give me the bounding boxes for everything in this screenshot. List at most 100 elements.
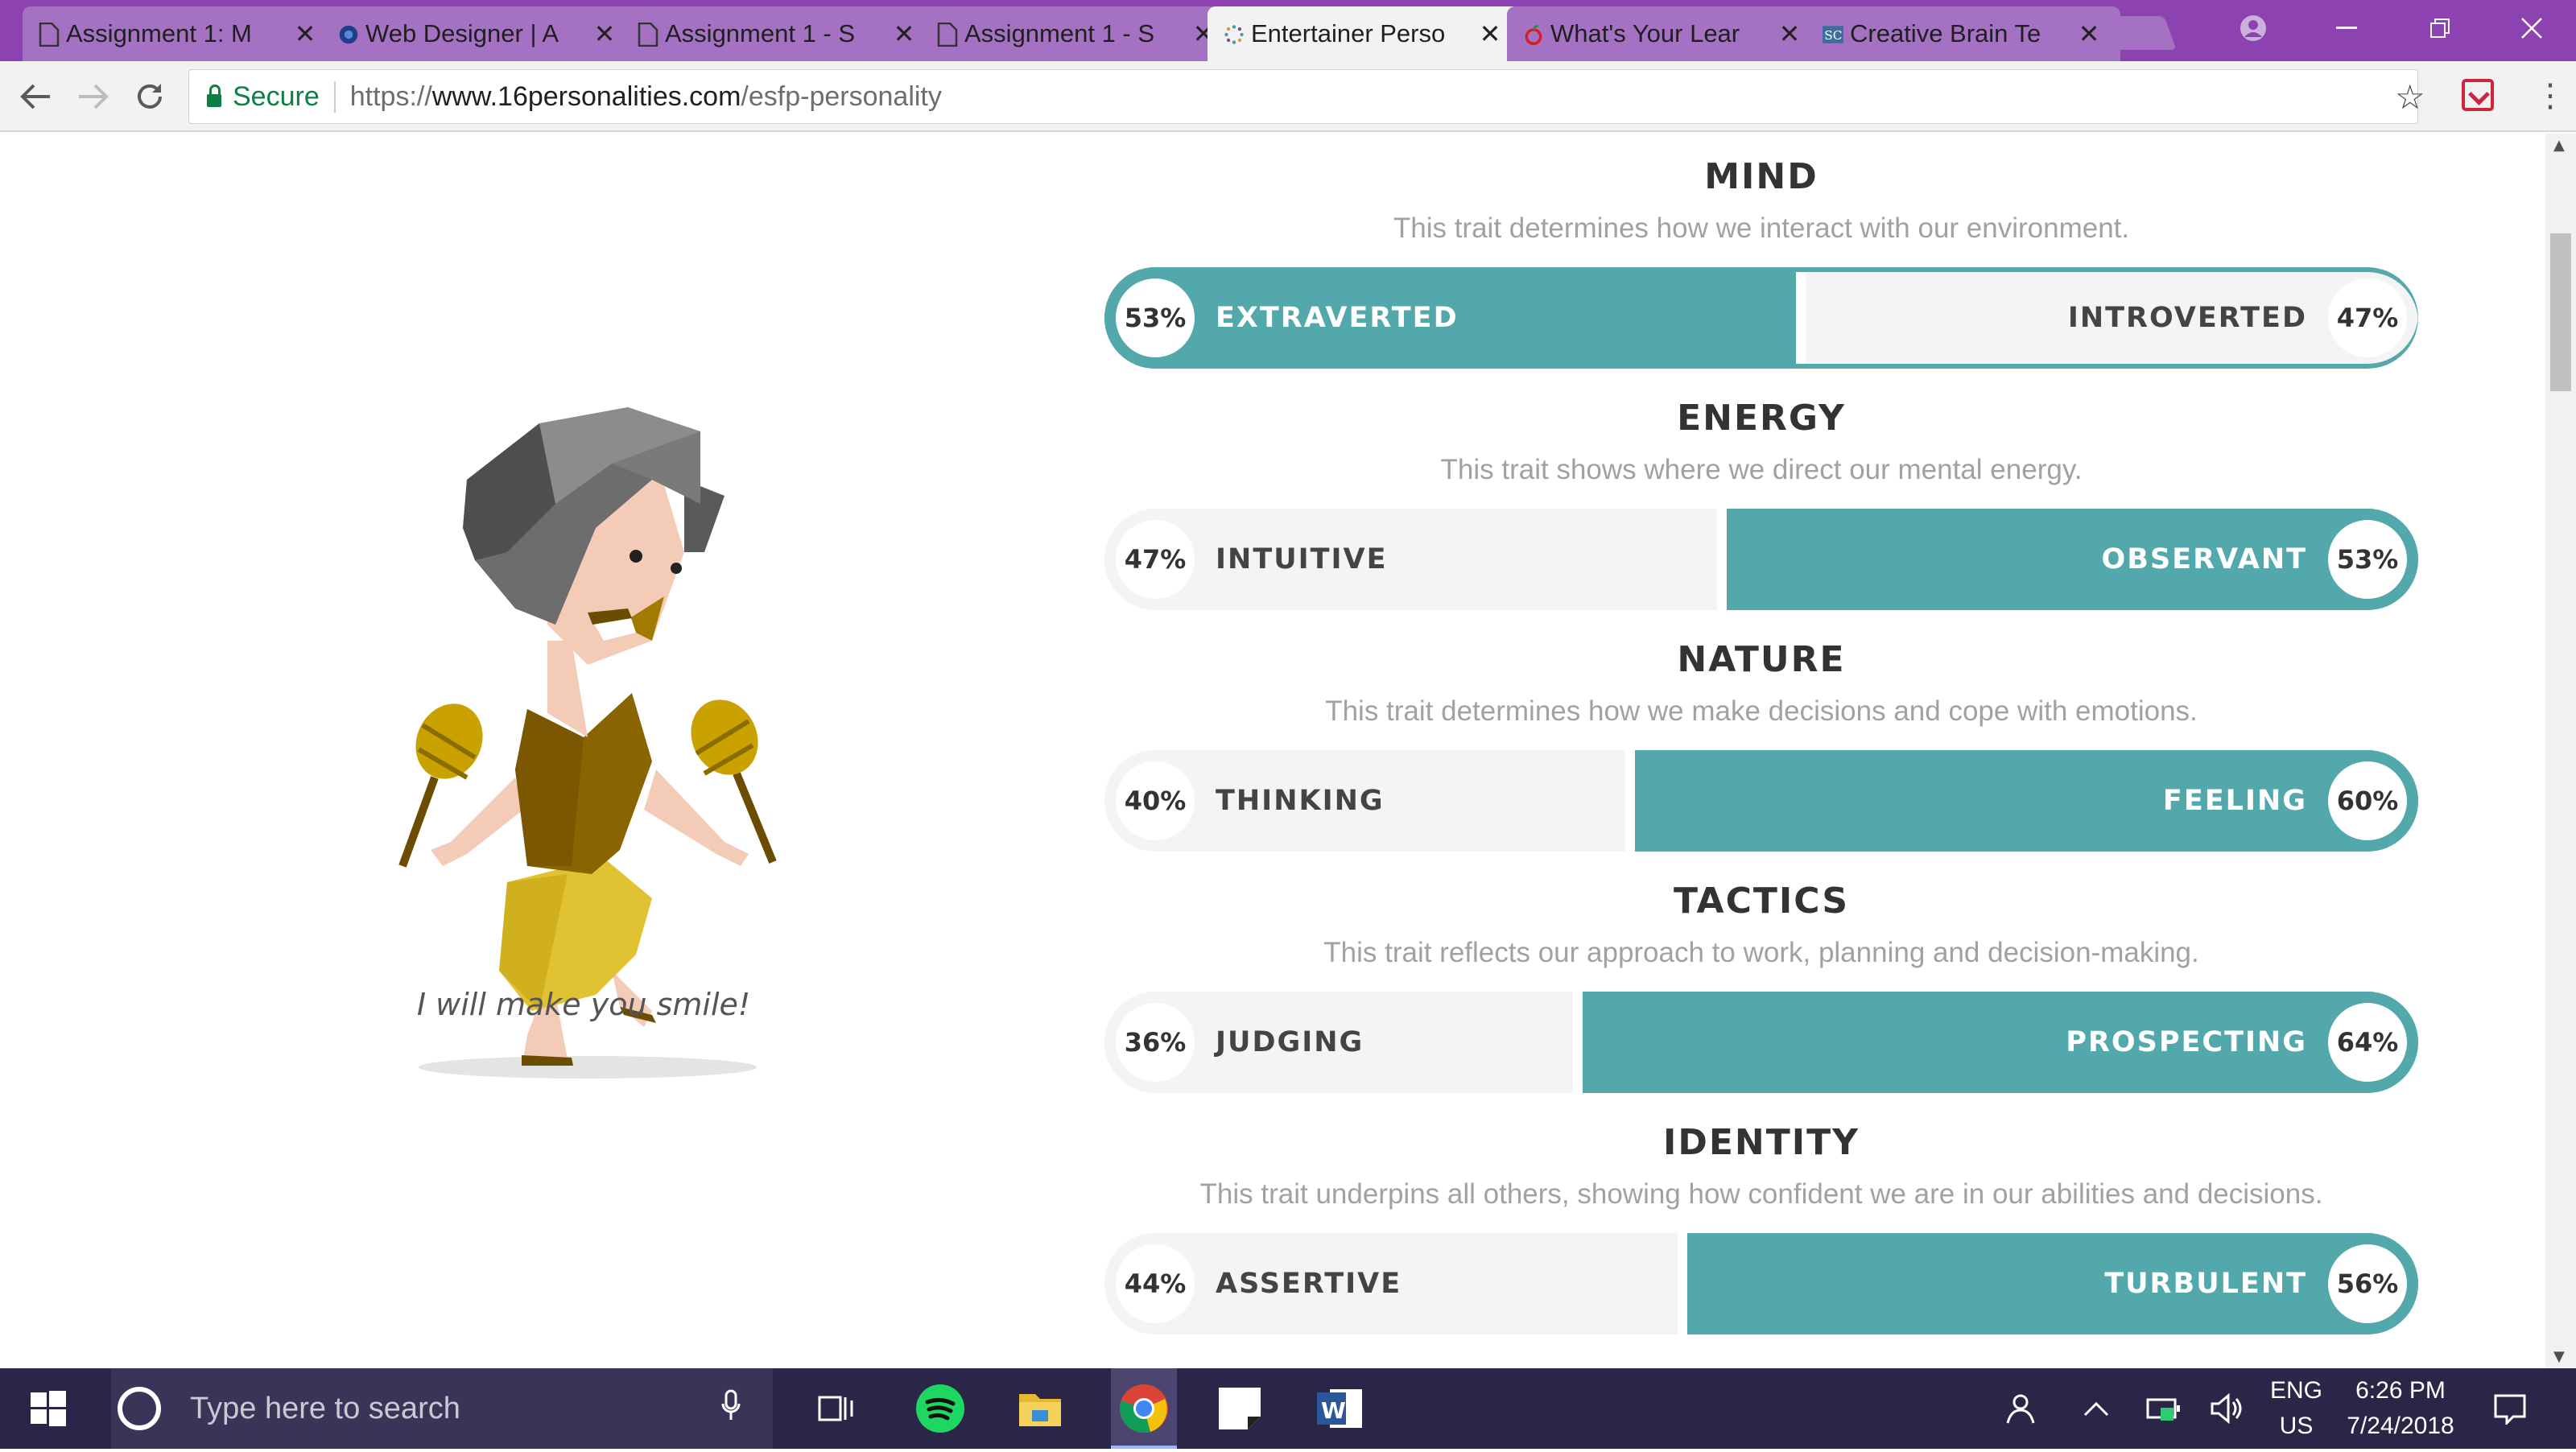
search-placeholder: Type here to search bbox=[190, 1391, 460, 1425]
trait-bar[interactable]: 47% INTUITIVE OBSERVANT 53% bbox=[1104, 509, 2418, 610]
trait-bar-divider bbox=[1573, 992, 1583, 1093]
bookmark-star-icon[interactable]: ☆ bbox=[2395, 77, 2425, 117]
people-icon[interactable] bbox=[2001, 1368, 2037, 1449]
windows-taskbar: Type here to search W ENG US 6:26 PM 7/2… bbox=[0, 1368, 2576, 1449]
forward-icon[interactable] bbox=[71, 74, 116, 119]
secure-label: Secure bbox=[233, 80, 336, 113]
file-explorer-icon[interactable] bbox=[1014, 1383, 1066, 1434]
pocket-extension-icon[interactable] bbox=[2462, 79, 2494, 111]
right-percentage: 60% bbox=[2328, 761, 2407, 840]
close-tab-icon[interactable]: ✕ bbox=[1478, 19, 1502, 49]
tab-title: Entertainer Perso bbox=[1251, 19, 1446, 47]
entertainer-character-illustration bbox=[398, 407, 777, 1079]
sixteen-personalities-icon bbox=[1224, 25, 1244, 44]
url-path: /esfp-personality bbox=[741, 80, 942, 112]
trait-bar-divider bbox=[1678, 1233, 1687, 1334]
vertical-scrollbar[interactable]: ▲ ▼ bbox=[2545, 134, 2576, 1368]
document-icon bbox=[39, 23, 60, 47]
document-icon bbox=[638, 23, 658, 47]
trait-title: TACTICS bbox=[1673, 881, 1850, 922]
clock-date: 7/24/2018 bbox=[2347, 1413, 2454, 1439]
lock-icon bbox=[207, 85, 221, 107]
close-window-icon[interactable] bbox=[2487, 0, 2576, 56]
clock-time: 6:26 PM bbox=[2355, 1377, 2446, 1404]
close-tab-icon[interactable]: ✕ bbox=[892, 19, 916, 49]
trait-bar[interactable]: 40% THINKING FEELING 60% bbox=[1104, 750, 2418, 852]
apple-icon bbox=[1525, 25, 1542, 45]
right-trait-label: INTROVERTED bbox=[2067, 302, 2307, 334]
cortana-icon[interactable] bbox=[118, 1387, 161, 1430]
battery-icon[interactable] bbox=[2146, 1368, 2182, 1449]
trait-description: This trait determines how we interact wi… bbox=[1393, 212, 2130, 244]
chrome-taskbar-icon[interactable] bbox=[1111, 1368, 1177, 1449]
trait-description: This trait shows where we direct our men… bbox=[1440, 454, 2083, 485]
sticky-notes-icon[interactable] bbox=[1214, 1383, 1265, 1434]
tab-strip: Assignment 1: M ✕ Web Designer | A ✕ Ass… bbox=[0, 0, 2576, 61]
task-view-icon[interactable] bbox=[811, 1383, 863, 1434]
character-caption: I will make you smile! bbox=[416, 987, 751, 1022]
left-trait-label: EXTRAVERTED bbox=[1216, 302, 1459, 334]
trait-bar-divider bbox=[1796, 267, 1806, 369]
trait-bar-divider bbox=[1717, 509, 1727, 610]
tab-creative-brain[interactable]: SC Creative Brain Te ✕ bbox=[1806, 6, 2120, 61]
tab-assignment-1[interactable]: Assignment 1: M ✕ bbox=[23, 6, 336, 61]
tab-whats-your-learning[interactable]: What's Your Lear ✕ bbox=[1507, 6, 1821, 61]
windows-start-icon[interactable] bbox=[31, 1391, 66, 1426]
input-language-indicator[interactable]: ENG US bbox=[2270, 1368, 2322, 1449]
svg-text:SC: SC bbox=[1824, 28, 1842, 43]
close-tab-icon[interactable]: ✕ bbox=[1777, 19, 1802, 49]
left-percentage: 40% bbox=[1116, 761, 1195, 840]
trait-bar-fill bbox=[1727, 509, 2418, 610]
left-trait-label: THINKING bbox=[1216, 785, 1385, 817]
volume-icon[interactable] bbox=[2209, 1368, 2244, 1449]
spotify-icon[interactable] bbox=[914, 1383, 966, 1434]
new-tab-button[interactable] bbox=[2101, 16, 2177, 50]
close-tab-icon[interactable]: ✕ bbox=[592, 19, 617, 49]
show-hidden-icons-chevron-icon[interactable] bbox=[2083, 1368, 2109, 1449]
trait-mind: MIND This trait determines how we intera… bbox=[1104, 156, 2418, 369]
back-icon[interactable] bbox=[13, 74, 58, 119]
taskbar-search-box[interactable]: Type here to search bbox=[111, 1368, 773, 1449]
scroll-down-arrow-icon[interactable]: ▼ bbox=[2553, 1348, 2565, 1365]
left-trait-label: JUDGING bbox=[1216, 1026, 1364, 1058]
tab-entertainer-personality[interactable]: Entertainer Perso ✕ bbox=[1208, 6, 1521, 61]
browser-menu-icon[interactable]: ⋮ bbox=[2534, 77, 2566, 114]
tab-title: Assignment 1: M bbox=[66, 19, 252, 47]
action-center-icon[interactable] bbox=[2492, 1368, 2528, 1449]
right-percentage: 53% bbox=[2328, 520, 2407, 599]
trait-bar[interactable]: 36% JUDGING PROSPECTING 64% bbox=[1104, 992, 2418, 1093]
reload-icon[interactable] bbox=[127, 74, 172, 119]
close-tab-icon[interactable]: ✕ bbox=[293, 19, 317, 49]
tab-assignment-1-s-2[interactable]: Assignment 1 - S ✕ bbox=[921, 6, 1235, 61]
microphone-icon[interactable] bbox=[721, 1389, 741, 1429]
scroll-up-arrow-icon[interactable]: ▲ bbox=[2553, 137, 2565, 154]
tab-title: Assignment 1 - S bbox=[665, 19, 856, 47]
trait-title: MIND bbox=[1704, 156, 1818, 197]
url-protocol: https:// bbox=[349, 80, 432, 112]
region-code: US bbox=[2279, 1413, 2314, 1439]
trait-bar[interactable]: 44% ASSERTIVE TURBULENT 56% bbox=[1104, 1233, 2418, 1334]
word-icon[interactable]: W bbox=[1314, 1383, 1365, 1434]
address-bar[interactable]: Secure https://www.16personalities.com/e… bbox=[188, 69, 2418, 124]
minimize-icon[interactable] bbox=[2302, 0, 2391, 56]
svg-text:W: W bbox=[1321, 1397, 1346, 1424]
taskbar-clock[interactable]: 6:26 PM 7/24/2018 bbox=[2344, 1368, 2457, 1449]
trait-bar[interactable]: 53% EXTRAVERTED INTROVERTED 47% bbox=[1104, 267, 2418, 369]
close-tab-icon[interactable]: ✕ bbox=[2077, 19, 2101, 49]
trait-description: This trait reflects our approach to work… bbox=[1323, 937, 2199, 968]
trait-tactics: TACTICS This trait reflects our approach… bbox=[1104, 881, 2418, 1093]
scrollbar-thumb[interactable] bbox=[2550, 233, 2571, 391]
sc-icon: SC bbox=[1823, 26, 1843, 43]
trait-title: IDENTITY bbox=[1662, 1122, 1860, 1163]
restore-icon[interactable] bbox=[2396, 0, 2484, 56]
tab-assignment-1-s[interactable]: Assignment 1 - S ✕ bbox=[621, 6, 935, 61]
tab-title: What's Your Lear bbox=[1550, 19, 1740, 47]
globe-icon bbox=[339, 25, 358, 44]
right-percentage: 47% bbox=[2328, 278, 2407, 357]
tab-web-designer[interactable]: Web Designer | A ✕ bbox=[322, 6, 636, 61]
tab-title: Creative Brain Te bbox=[1850, 19, 2041, 47]
trait-nature: NATURE This trait determines how we make… bbox=[1104, 639, 2418, 852]
profile-icon[interactable] bbox=[2209, 0, 2297, 56]
left-trait-label: INTUITIVE bbox=[1216, 543, 1388, 575]
right-trait-label: PROSPECTING bbox=[2066, 1026, 2307, 1058]
